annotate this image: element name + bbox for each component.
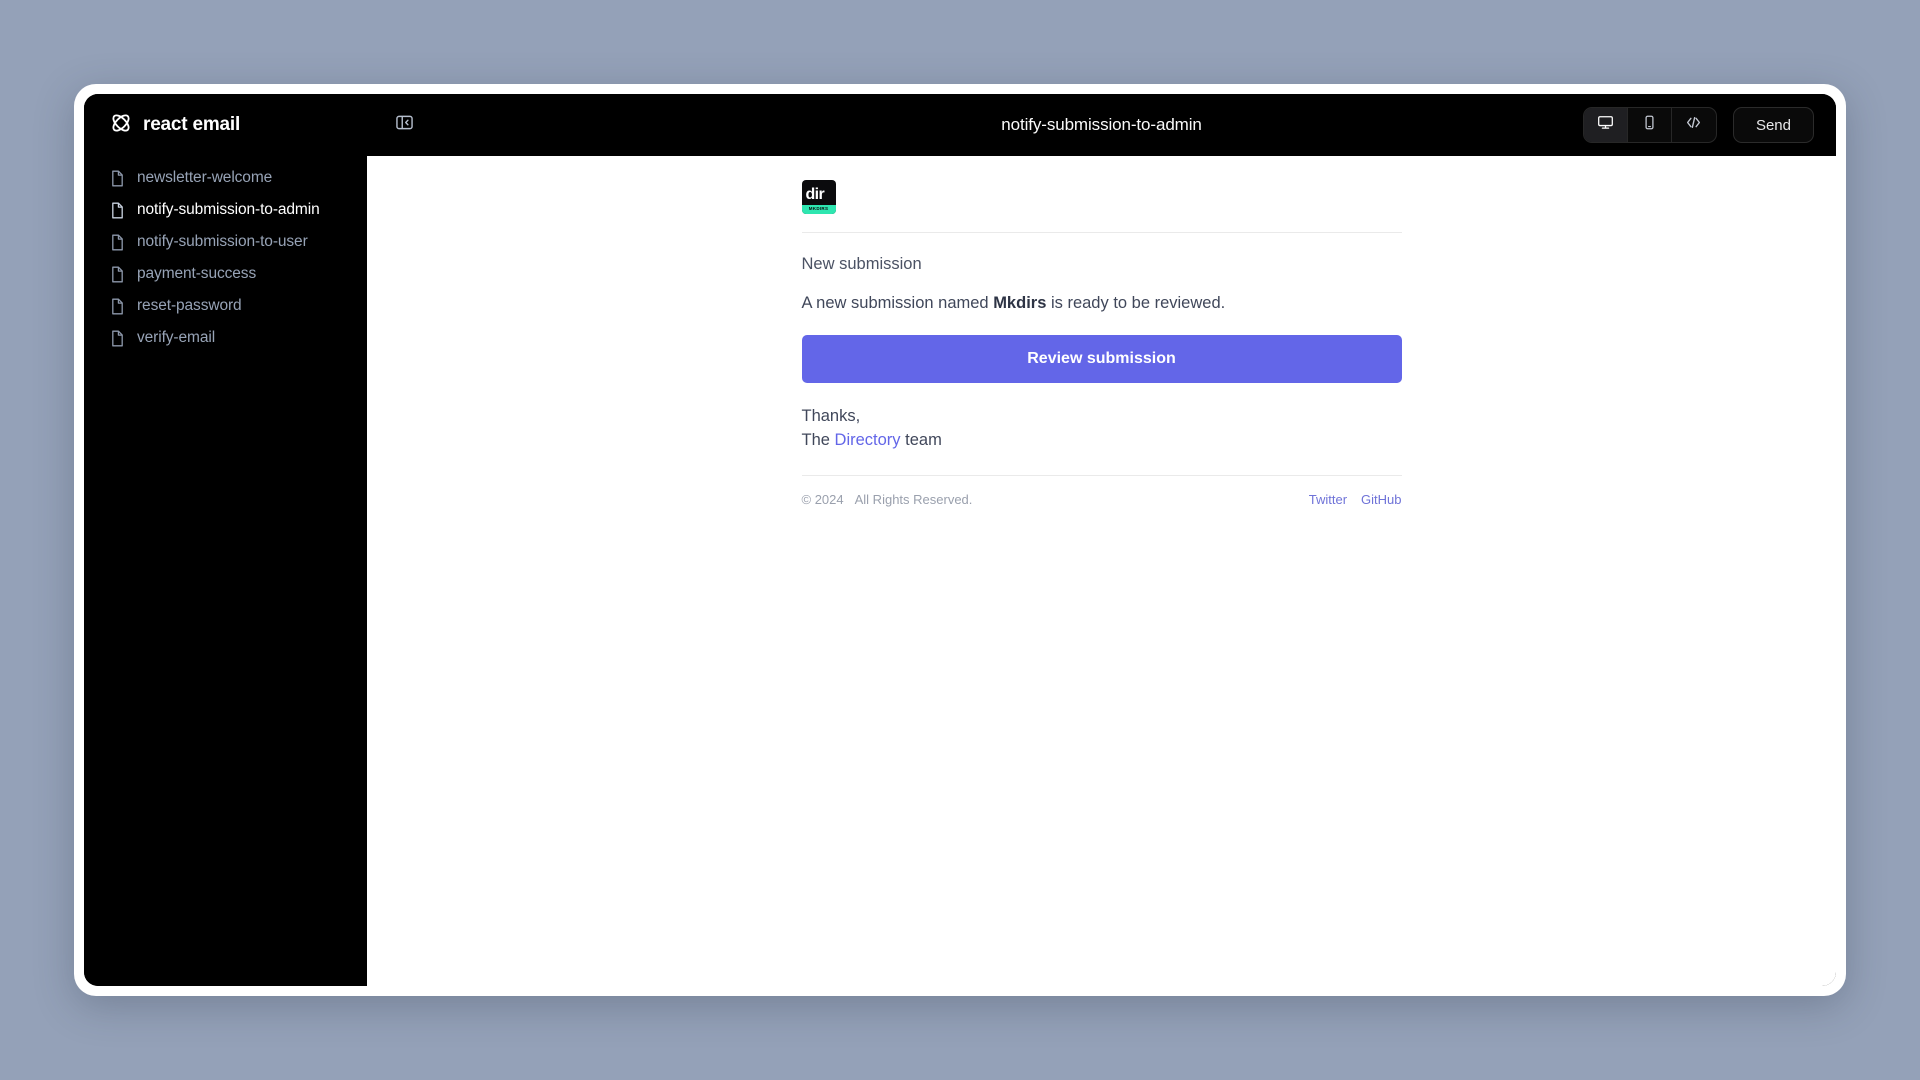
sidebar-item-reset-password[interactable]: reset-password	[84, 290, 367, 322]
email-paragraph: A new submission named Mkdirs is ready t…	[802, 294, 1402, 313]
sidebar-item-label: newsletter-welcome	[137, 169, 273, 186]
email-logo: dir MKDIRS	[801, 180, 836, 214]
sidebar-item-verify-email[interactable]: verify-email	[84, 322, 367, 354]
monitor-icon	[1597, 114, 1614, 136]
view-mode-segmented-control	[1582, 107, 1717, 143]
sidebar: newsletter-welcome notify-submission-to-…	[84, 156, 367, 986]
signoff-the: The	[801, 430, 835, 449]
sidebar-item-notify-submission-to-admin[interactable]: notify-submission-to-admin	[84, 194, 367, 226]
file-icon	[110, 202, 125, 219]
signoff-team: team	[900, 430, 942, 449]
app-window-inner: react email notify-submission-to-admin S…	[84, 94, 1836, 986]
footer-copyright-area: © 2024 All Rights Reserved.	[802, 492, 973, 507]
email-paragraph-bold: Mkdirs	[993, 294, 1047, 312]
file-icon	[110, 170, 125, 187]
view-mode-mobile-button[interactable]	[1628, 108, 1672, 142]
email-logo-band: MKDIRS	[801, 205, 836, 214]
sidebar-item-notify-submission-to-user[interactable]: notify-submission-to-user	[84, 226, 367, 258]
top-bar-actions: Send	[1582, 107, 1814, 143]
sidebar-item-payment-success[interactable]: payment-success	[84, 258, 367, 290]
signoff-thanks: Thanks,	[801, 407, 861, 425]
code-icon	[1684, 113, 1703, 137]
top-bar-brand-area: react email	[84, 112, 367, 139]
app-window: react email notify-submission-to-admin S…	[74, 84, 1846, 996]
email-footer: © 2024 All Rights Reserved. Twitter GitH…	[802, 492, 1402, 507]
top-bar: react email notify-submission-to-admin S…	[84, 94, 1836, 156]
footer-link-github[interactable]: GitHub	[1361, 492, 1401, 507]
footer-rights: All Rights Reserved.	[854, 491, 973, 507]
signoff-team-line: The Directory team	[802, 429, 1402, 453]
email-logo-band-text: MKDIRS	[808, 206, 829, 212]
email-paragraph-suffix: is ready to be reviewed.	[1046, 294, 1226, 312]
sidebar-collapse-icon	[395, 114, 413, 136]
email-logo-text: dir	[805, 186, 825, 203]
sidebar-item-label: verify-email	[137, 329, 216, 346]
sidebar-item-label: notify-submission-to-admin	[137, 201, 320, 218]
sidebar-item-label: payment-success	[137, 265, 257, 282]
sidebar-item-newsletter-welcome[interactable]: newsletter-welcome	[84, 162, 367, 194]
review-submission-button[interactable]: Review submission	[801, 335, 1402, 383]
email-body: dir MKDIRS New submission A new submissi…	[801, 156, 1402, 986]
file-icon	[110, 266, 125, 283]
mobile-icon	[1641, 114, 1658, 136]
brand-label: react email	[143, 114, 241, 135]
divider-top	[801, 232, 1402, 233]
top-bar-main: notify-submission-to-admin Send	[367, 107, 1836, 143]
view-mode-source-button[interactable]	[1672, 108, 1716, 142]
footer-link-twitter[interactable]: Twitter	[1309, 492, 1347, 507]
body: newsletter-welcome notify-submission-to-…	[84, 156, 1836, 986]
file-icon	[110, 298, 125, 315]
email-preview-pane: dir MKDIRS New submission A new submissi…	[367, 156, 1836, 986]
email-signoff: Thanks, The Directory team	[802, 405, 1402, 453]
sidebar-item-label: notify-submission-to-user	[137, 233, 308, 250]
send-button[interactable]: Send	[1732, 107, 1814, 143]
file-icon	[110, 234, 125, 251]
footer-links: Twitter GitHub	[1309, 492, 1402, 507]
footer-copyright: © 2024	[801, 491, 844, 507]
directory-link[interactable]: Directory	[835, 431, 901, 449]
sidebar-item-label: reset-password	[137, 297, 242, 314]
email-paragraph-prefix: A new submission named	[801, 294, 994, 312]
email-heading: New submission	[801, 255, 922, 273]
sidebar-collapse-button[interactable]	[389, 110, 419, 140]
divider-footer	[801, 474, 1402, 476]
atom-icon	[110, 112, 132, 139]
file-icon	[110, 330, 125, 347]
brand[interactable]: react email	[110, 112, 240, 139]
view-mode-desktop-button[interactable]	[1583, 108, 1628, 142]
